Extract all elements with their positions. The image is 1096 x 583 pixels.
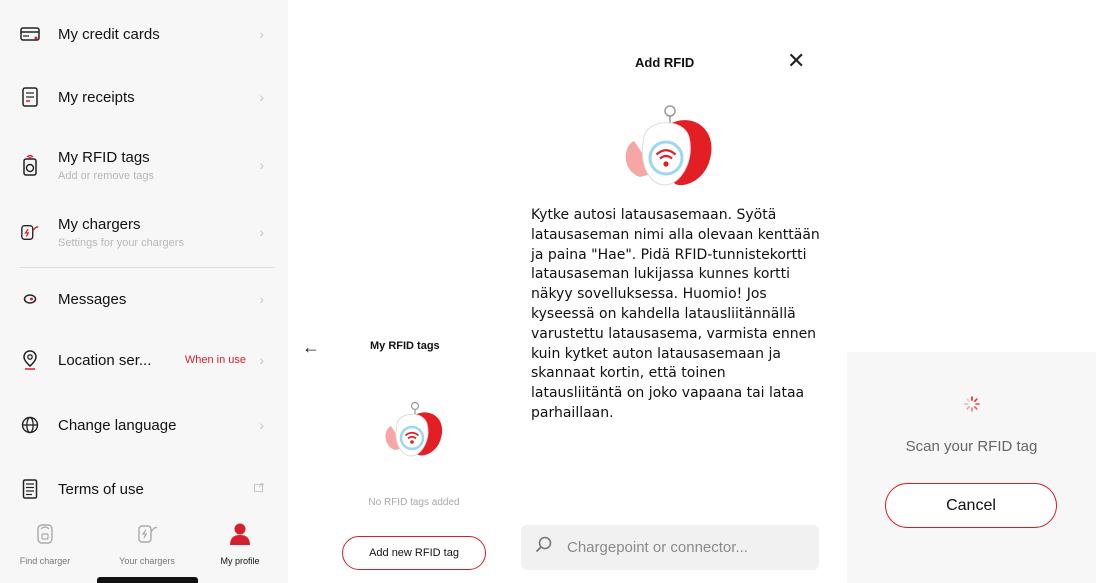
menu-item-change-language[interactable]: Change language ›	[20, 413, 272, 437]
chevron-right-icon: ›	[259, 26, 264, 42]
tab-your-chargers[interactable]: Your chargers	[102, 522, 192, 566]
menu-item-receipts[interactable]: My receipts ›	[20, 85, 272, 109]
message-icon	[20, 288, 40, 310]
menu-label: Change language	[58, 416, 177, 434]
search-icon	[535, 536, 553, 559]
tab-my-profile[interactable]: My profile	[195, 522, 285, 566]
menu-label: Terms of use	[58, 480, 144, 498]
rfid-tag-illustration-large	[620, 105, 718, 196]
chevron-right-icon: ›	[259, 352, 264, 368]
menu-item-credit-cards[interactable]: My credit cards ›	[20, 22, 272, 46]
find-charger-icon	[35, 522, 55, 546]
menu-label: My RFID tags	[58, 148, 150, 166]
rfid-tag-icon	[20, 154, 40, 176]
chevron-right-icon: ›	[259, 157, 264, 173]
menu-sublabel: Add or remove tags	[58, 169, 154, 182]
location-status: When in use	[184, 354, 246, 366]
menu-sublabel: Settings for your chargers	[58, 236, 184, 249]
charger-icon	[20, 221, 40, 243]
chevron-right-icon: ›	[259, 417, 264, 433]
chevron-right-icon: ›	[259, 291, 264, 307]
receipt-icon	[20, 86, 40, 108]
chargepoint-search-box[interactable]	[521, 525, 819, 570]
empty-state-text: No RFID tags added	[368, 497, 460, 508]
instructions-text: Kytke autosi latausasemaan. Syötä lataus…	[531, 207, 820, 421]
nav-label: Find charger	[19, 556, 71, 566]
menu-item-messages[interactable]: Messages ›	[20, 287, 272, 311]
back-arrow-icon[interactable]: ←	[302, 337, 320, 358]
scan-status-text: Scan your RFID tag	[905, 438, 1038, 455]
add-rfid-tag-button[interactable]: Add new RFID tag	[342, 536, 486, 570]
tab-find-charger[interactable]: Find charger	[0, 522, 90, 566]
home-indicator	[97, 577, 198, 583]
chevron-right-icon: ›	[259, 224, 264, 240]
nav-label: Your chargers	[119, 556, 175, 566]
nav-label: My profile	[220, 556, 260, 566]
external-link-icon	[254, 483, 264, 495]
menu-item-location-services[interactable]: Location ser... When in use ›	[20, 348, 272, 372]
cancel-button[interactable]: Cancel	[885, 483, 1057, 528]
menu-label: My credit cards	[58, 25, 160, 43]
close-icon[interactable]: ✕	[787, 50, 805, 72]
location-pin-icon	[20, 349, 40, 371]
menu-item-chargers[interactable]: My chargers Settings for your chargers ›	[20, 213, 272, 251]
menu-label: My receipts	[58, 88, 135, 106]
rfid-tag-illustration	[381, 401, 447, 465]
menu-label: My chargers	[58, 215, 141, 233]
chargepoint-search-input[interactable]	[567, 539, 807, 556]
menu-item-terms-of-use[interactable]: Terms of use	[20, 477, 272, 501]
your-chargers-icon	[135, 522, 159, 546]
chevron-right-icon: ›	[259, 89, 264, 105]
loading-spinner-icon	[964, 396, 980, 417]
profile-panel: My credit cards › My receipts › My RFID …	[0, 0, 288, 583]
globe-icon	[20, 414, 40, 436]
menu-item-rfid-tags[interactable]: My RFID tags Add or remove tags ›	[20, 146, 272, 184]
dialog-title: Add RFID	[635, 55, 695, 70]
profile-icon	[228, 522, 252, 546]
scan-panel	[847, 352, 1096, 583]
menu-label: Location ser...	[58, 351, 152, 369]
menu-label: Messages	[58, 290, 127, 308]
page-title: My RFID tags	[370, 340, 440, 352]
credit-card-icon	[20, 23, 40, 45]
bottom-navigation: Find charger Your chargers My profile	[0, 516, 288, 583]
divider	[20, 267, 274, 268]
document-icon	[20, 478, 40, 500]
